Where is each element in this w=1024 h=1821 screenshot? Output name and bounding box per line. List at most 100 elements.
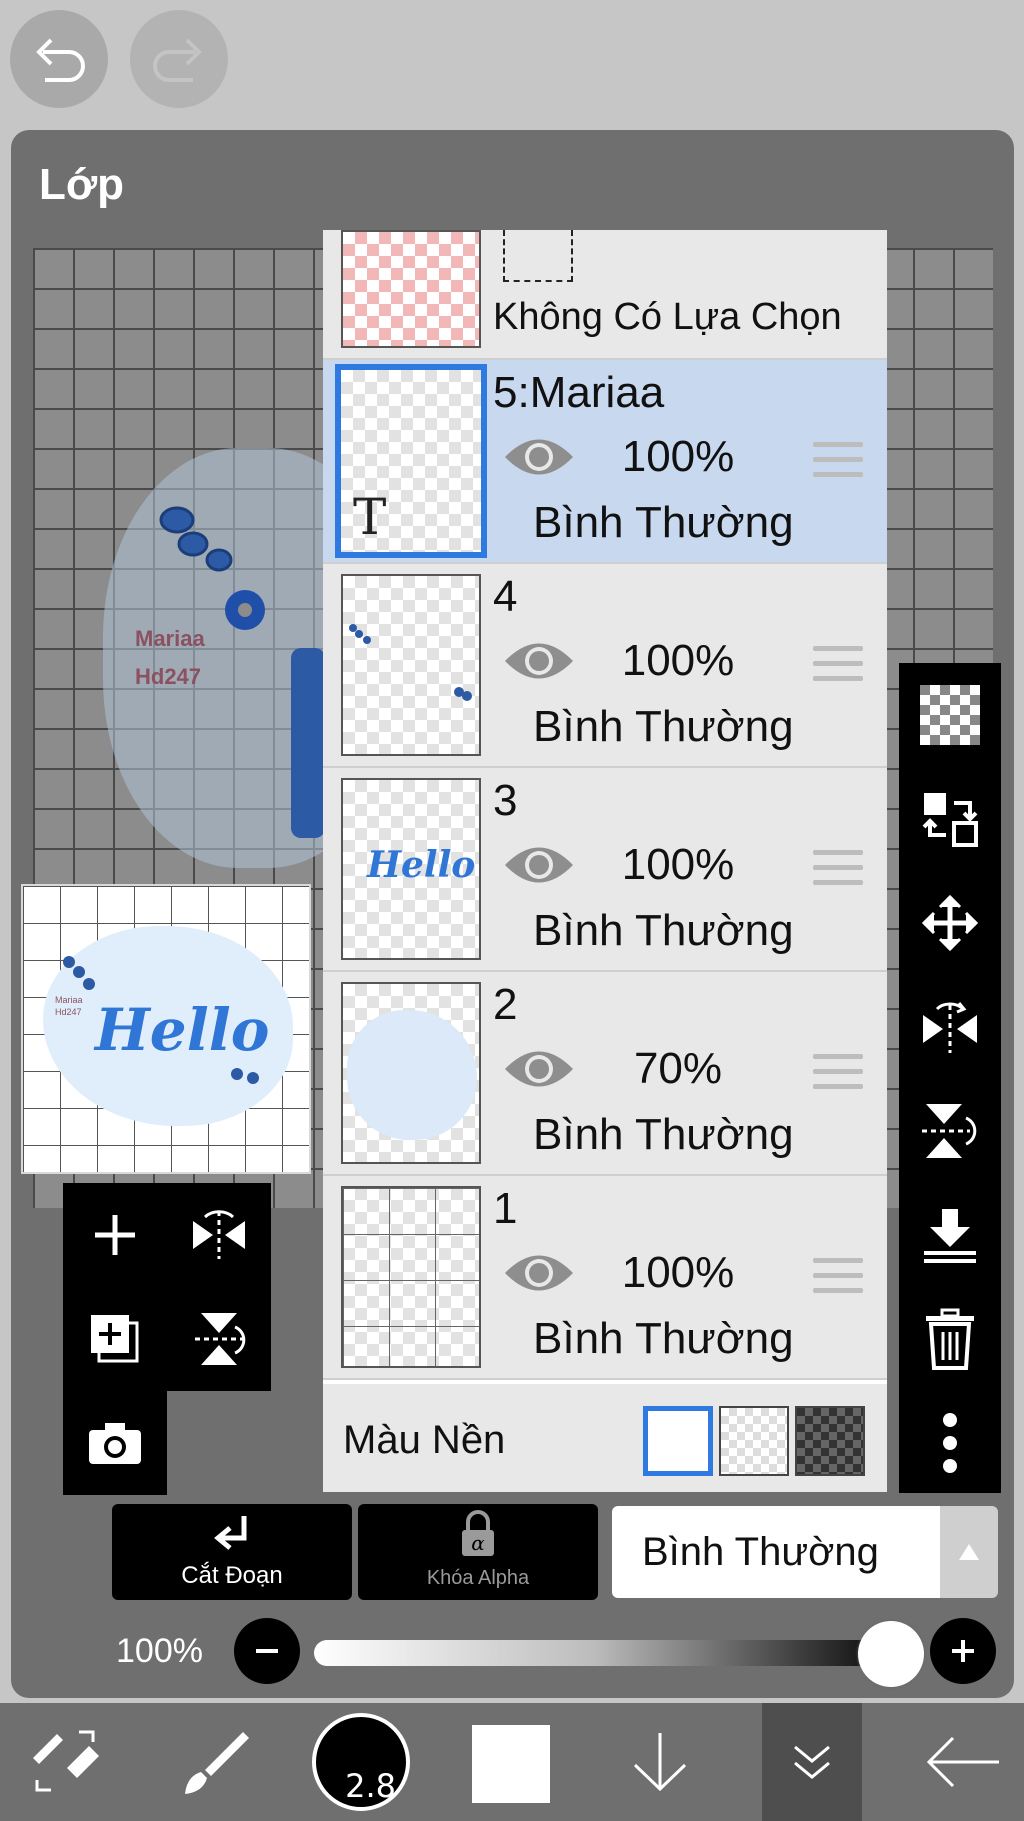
- left-toolbar: [63, 1183, 271, 1513]
- layer-name: 4: [493, 572, 518, 621]
- layer-row-1[interactable]: 1 100% Bình Thường: [323, 1176, 887, 1380]
- flip-vertical-layer-button[interactable]: [899, 1079, 1001, 1183]
- opacity-increase-button[interactable]: [930, 1618, 996, 1684]
- color-picker-button[interactable]: [472, 1725, 550, 1803]
- redo-icon: [153, 38, 202, 82]
- layer-blend-mode: Bình Thường: [533, 1314, 794, 1363]
- flip-vertical-icon: [195, 1313, 246, 1365]
- minus-icon: [256, 1649, 278, 1653]
- brush-tool-button[interactable]: [160, 1703, 270, 1821]
- drag-handle-icon[interactable]: [813, 1258, 863, 1298]
- merge-down-icon: [924, 1209, 976, 1263]
- delete-layer-button[interactable]: [899, 1287, 1001, 1391]
- layer-row-4[interactable]: 4 100% Bình Thường: [323, 564, 887, 768]
- transparency-button[interactable]: [899, 663, 1001, 767]
- blend-mode-select[interactable]: Bình Thường: [612, 1506, 940, 1598]
- layer-blend-mode: Bình Thường: [533, 702, 794, 751]
- layer-row-2[interactable]: 2 70% Bình Thường: [323, 972, 887, 1176]
- duplicate-layer-button[interactable]: [63, 1287, 167, 1391]
- camera-icon: [89, 1423, 141, 1464]
- flip-horizontal-button[interactable]: [167, 1183, 271, 1287]
- svg-text:α: α: [471, 1531, 485, 1555]
- canvas-text-line2: Hd247: [135, 664, 202, 689]
- opacity-decrease-button[interactable]: [234, 1618, 300, 1684]
- canvas-text: Mariaa Hd247: [135, 620, 205, 696]
- redo-button[interactable]: [130, 10, 228, 108]
- more-options-button[interactable]: [899, 1391, 1001, 1495]
- opacity-slider-knob[interactable]: [858, 1621, 924, 1687]
- selection-marquee-icon: [503, 230, 573, 282]
- duplicate-icon: [91, 1315, 139, 1363]
- flip-horizontal-icon: [193, 1210, 245, 1259]
- visibility-eye-icon[interactable]: [503, 432, 575, 482]
- flip-vertical-button[interactable]: [167, 1287, 271, 1391]
- move-button[interactable]: [899, 871, 1001, 975]
- more-vertical-icon: [943, 1413, 957, 1473]
- layer-opacity: 70%: [633, 1044, 723, 1093]
- layer-name: 2: [493, 980, 518, 1029]
- flip-horizontal-icon: [923, 1002, 977, 1053]
- flower-doodle-icon: [159, 506, 265, 630]
- grid-thumb: [343, 1188, 479, 1366]
- layer-thumb: [341, 982, 481, 1164]
- layer-opacity: 100%: [621, 636, 735, 685]
- background-transparent-swatch[interactable]: [719, 1406, 789, 1476]
- background-dark-swatch[interactable]: [795, 1406, 865, 1476]
- drag-handle-icon[interactable]: [813, 1054, 863, 1094]
- layer-name: 5:Mariaa: [493, 368, 665, 417]
- panel-title: Lớp: [39, 160, 125, 209]
- layer-opacity: 100%: [621, 840, 735, 889]
- merge-down-button[interactable]: [899, 1183, 1001, 1287]
- layer-thumb: [341, 1186, 481, 1368]
- flower-thumb-icon: [349, 624, 472, 701]
- canvas-text-line1: Mariaa: [135, 626, 205, 651]
- layer-blend-mode: Bình Thường: [533, 498, 794, 547]
- right-toolbar: [899, 663, 1001, 1493]
- drag-handle-icon[interactable]: [813, 646, 863, 686]
- layer-thumb: Hello: [341, 778, 481, 960]
- visibility-eye-icon[interactable]: [503, 1044, 575, 1094]
- triangle-up-icon: [959, 1544, 979, 1560]
- top-bar: [0, 0, 1024, 130]
- tool-switch-button[interactable]: [10, 1703, 120, 1821]
- arrow-down-icon: [633, 1733, 687, 1792]
- brush-size-button[interactable]: 2.8: [312, 1713, 410, 1811]
- import-photo-button[interactable]: [63, 1391, 167, 1495]
- flip-horizontal-layer-button[interactable]: [899, 975, 1001, 1079]
- opacity-slider-track[interactable]: [314, 1640, 874, 1666]
- selection-layer[interactable]: Không Có Lựa Chọn: [323, 230, 887, 360]
- preview-small-line2: Hd247: [55, 1007, 82, 1017]
- trash-icon: [926, 1308, 974, 1370]
- visibility-eye-icon[interactable]: [503, 636, 575, 686]
- back-button[interactable]: [908, 1703, 1018, 1821]
- checkerboard-icon: [920, 685, 980, 745]
- visibility-eye-icon[interactable]: [503, 1248, 575, 1298]
- add-layer-button[interactable]: [63, 1183, 167, 1287]
- layer-name: 1: [493, 1184, 518, 1233]
- layer-row-5[interactable]: T 5:Mariaa 100% Bình Thường: [323, 360, 887, 564]
- canvas-preview[interactable]: Mariaa Hd247 Hello: [21, 884, 311, 1174]
- move-icon: [921, 894, 979, 952]
- layer-row-3[interactable]: Hello 3 100% Bình Thường: [323, 768, 887, 972]
- selection-layer-label: Không Có Lựa Chọn: [493, 296, 842, 338]
- plus-icon: [952, 1640, 974, 1662]
- alpha-lock-button[interactable]: α Khóa Alpha: [358, 1504, 598, 1600]
- canvas-letter-stroke: [291, 648, 325, 838]
- drag-handle-icon[interactable]: [813, 442, 863, 482]
- swap-layer-button[interactable]: [899, 767, 1001, 871]
- hello-thumb-text: Hello: [367, 844, 476, 886]
- layers-panel-button[interactable]: [762, 1703, 862, 1821]
- lock-icon: α: [462, 1510, 494, 1556]
- bottom-toolbar: 2.8: [0, 1703, 1024, 1821]
- swap-icon: [922, 793, 978, 847]
- blend-mode-dropdown-button[interactable]: [940, 1506, 998, 1598]
- download-arrow-button[interactable]: [610, 1703, 710, 1821]
- background-white-swatch[interactable]: [643, 1406, 713, 1476]
- brush-icon: [185, 1732, 249, 1794]
- selection-layer-thumb: [341, 230, 481, 348]
- visibility-eye-icon[interactable]: [503, 840, 575, 890]
- clipping-button[interactable]: Cắt Đoạn: [112, 1504, 352, 1600]
- undo-button[interactable]: [10, 10, 108, 108]
- drag-handle-icon[interactable]: [813, 850, 863, 890]
- layer-blend-mode: Bình Thường: [533, 906, 794, 955]
